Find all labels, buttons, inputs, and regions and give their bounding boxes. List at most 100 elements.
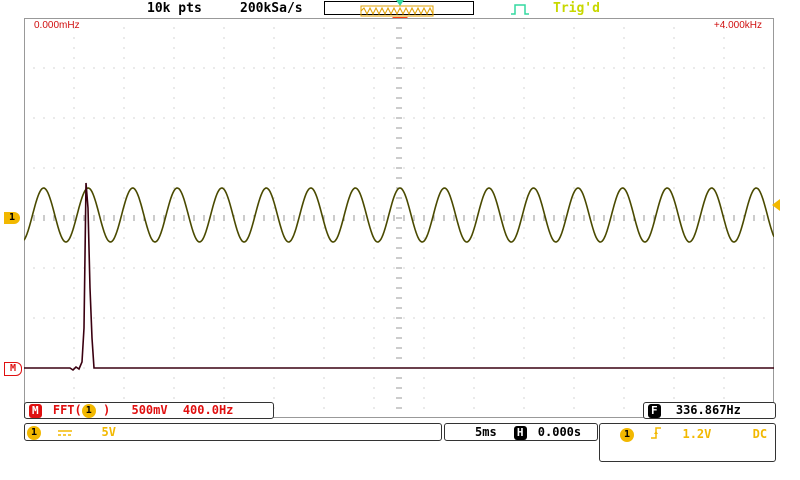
grid-dot — [723, 177, 725, 179]
grid-dot — [123, 37, 125, 39]
grid-dot — [743, 167, 745, 169]
grid-dot — [573, 227, 575, 229]
grid-dot — [223, 227, 225, 229]
grid-dot — [573, 397, 575, 399]
grid-dot — [623, 287, 625, 289]
grid-dot — [723, 357, 725, 359]
grid-dot — [223, 107, 225, 109]
grid-dot — [223, 247, 225, 249]
grid-dot — [123, 57, 125, 59]
math-fft-bar[interactable]: M FFT(1 ) 500mV 400.0Hz — [24, 402, 274, 419]
grid-dot — [43, 117, 45, 119]
grid-dot — [523, 277, 525, 279]
math-close: ) — [103, 403, 111, 417]
grid-dot — [683, 67, 685, 69]
waveform-display[interactable]: 0.000mHz +4.000kHz — [23, 18, 775, 418]
grid-dot — [523, 287, 525, 289]
grid-dot — [373, 127, 375, 129]
grid-dot — [453, 317, 455, 319]
grid-dot — [323, 237, 325, 239]
grid-dot — [223, 317, 225, 319]
grid-dot — [373, 287, 375, 289]
grid-dot — [173, 337, 175, 339]
grid-dot — [33, 267, 35, 269]
grid-dot — [383, 67, 385, 69]
grid-dot — [373, 147, 375, 149]
grid-dot — [63, 167, 65, 169]
grid-dot — [43, 167, 45, 169]
trigger-settings-bar[interactable]: 1 1.2V DC — [599, 423, 776, 462]
ch1-offset-marker[interactable]: 1 — [4, 212, 20, 224]
grid-dot — [193, 67, 195, 69]
math-offset-marker[interactable]: M — [4, 362, 22, 376]
grid-dot — [123, 127, 125, 129]
frequency-counter[interactable]: F 336.867Hz — [643, 402, 776, 419]
grid-dot — [73, 67, 75, 69]
grid-dot — [483, 117, 485, 119]
trigger-position-indicator — [396, 0, 404, 6]
grid-dot — [673, 377, 675, 379]
grid-dot — [123, 187, 125, 189]
grid-dot — [273, 77, 275, 79]
grid-dot — [673, 247, 675, 249]
grid-dot — [573, 177, 575, 179]
grid-dot — [373, 57, 375, 59]
grid-dot — [273, 287, 275, 289]
grid-dot — [323, 247, 325, 249]
grid-dot — [673, 147, 675, 149]
grid-dot — [73, 327, 75, 329]
grid-dot — [573, 187, 575, 189]
grid-dot — [473, 377, 475, 379]
grid-dot — [343, 267, 345, 269]
grid-dot — [343, 167, 345, 169]
grid-dot — [523, 317, 525, 319]
grid-dot — [723, 187, 725, 189]
timebase-bar[interactable]: 5ms H 0.000s — [444, 423, 598, 441]
grid-dot — [73, 177, 75, 179]
trigger-source-tag: 1 — [620, 427, 634, 442]
grid-dot — [593, 117, 595, 119]
grid-dot — [373, 177, 375, 179]
grid-dot — [463, 267, 465, 269]
grid-dot — [173, 397, 175, 399]
grid-dot — [513, 167, 515, 169]
grid-dot — [523, 37, 525, 39]
grid-dot — [523, 127, 525, 129]
grid-dot — [173, 307, 175, 309]
grid-dot — [613, 317, 615, 319]
grid-dot — [623, 107, 625, 109]
grid-dot — [573, 147, 575, 149]
sample-rate: 200kSa/s — [240, 1, 303, 16]
grid-dot — [223, 377, 225, 379]
grid-dot — [683, 117, 685, 119]
dc-coupling-icon — [58, 426, 73, 440]
grid-dot — [603, 267, 605, 269]
grid-dot — [273, 127, 275, 129]
grid-dot — [433, 117, 435, 119]
grid-dot — [273, 67, 275, 69]
grid-dot — [543, 67, 545, 69]
grid-dot — [603, 317, 605, 319]
grid-dot — [33, 67, 35, 69]
grid-dot — [513, 267, 515, 269]
grid-dot — [123, 287, 125, 289]
grid-dot — [473, 307, 475, 309]
ch1-settings-bar[interactable]: 1 5V — [24, 423, 442, 441]
grid-dot — [723, 267, 725, 269]
waveform-grid — [23, 18, 775, 418]
grid-dot — [643, 117, 645, 119]
grid-dot — [323, 257, 325, 259]
grid-dot — [533, 317, 535, 319]
grid-dot — [233, 267, 235, 269]
grid-dot — [483, 317, 485, 319]
grid-dot — [493, 267, 495, 269]
grid-dot — [523, 327, 525, 329]
grid-dot — [73, 347, 75, 349]
grid-dot — [523, 237, 525, 239]
grid-dot — [283, 167, 285, 169]
grid-dot — [523, 407, 525, 409]
grid-dot — [403, 317, 405, 319]
trigger-level-marker-icon[interactable] — [770, 199, 780, 211]
grid-dot — [323, 407, 325, 409]
grid-dot — [93, 267, 95, 269]
